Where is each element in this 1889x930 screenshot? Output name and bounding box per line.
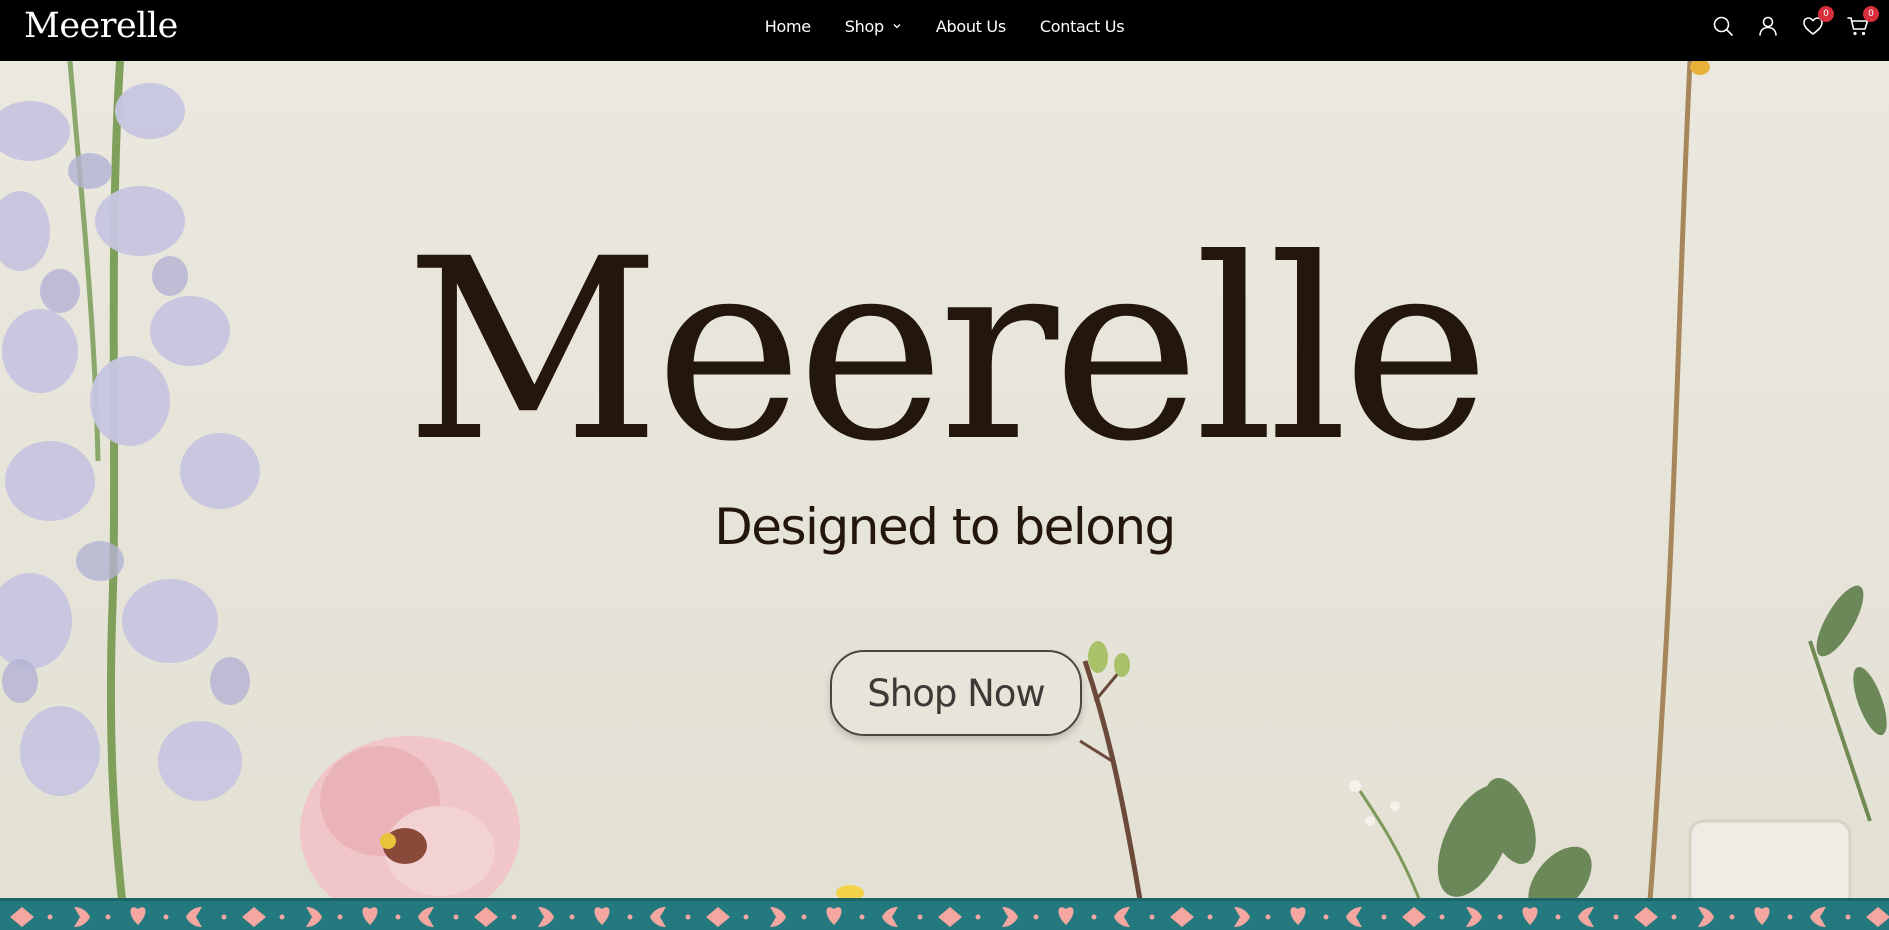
pattern-motif bbox=[10, 907, 34, 927]
cart-count-badge: 0 bbox=[1863, 6, 1879, 22]
pattern-motif bbox=[474, 907, 498, 927]
site-header: Meerelle Home Shop About Us Contact Us 0… bbox=[0, 0, 1889, 61]
pattern-motif bbox=[1810, 907, 1826, 927]
pattern-motif bbox=[1170, 907, 1194, 927]
pattern-motif bbox=[1466, 907, 1482, 927]
header-icons: 0 0 bbox=[1712, 6, 1879, 40]
pattern-motif bbox=[938, 907, 962, 927]
pattern-dot bbox=[569, 914, 575, 920]
pattern-motif bbox=[1234, 907, 1250, 927]
account-button[interactable] bbox=[1757, 15, 1779, 37]
pattern-motif bbox=[1866, 907, 1889, 927]
pattern-dot bbox=[1729, 914, 1735, 920]
nav-shop-label: Shop bbox=[844, 16, 884, 36]
decorative-pattern-band bbox=[0, 898, 1889, 930]
user-icon bbox=[1759, 16, 1777, 36]
shop-now-button[interactable]: Shop Now bbox=[830, 650, 1082, 736]
pattern-motif bbox=[1634, 907, 1658, 927]
pattern-motif bbox=[706, 907, 730, 927]
pattern-dot bbox=[1033, 914, 1039, 920]
pattern-motif bbox=[306, 907, 322, 927]
pattern-dot bbox=[163, 914, 169, 920]
pattern-dot bbox=[221, 914, 227, 920]
pattern-dot bbox=[743, 914, 749, 920]
main-nav: Home Shop About Us Contact Us bbox=[0, 0, 1889, 52]
pattern-motif bbox=[1698, 907, 1714, 927]
search-icon bbox=[1713, 16, 1733, 36]
pattern-dot bbox=[105, 914, 111, 920]
nav-shop[interactable]: Shop bbox=[845, 17, 902, 36]
search-button[interactable] bbox=[1712, 15, 1734, 37]
pattern-motif bbox=[594, 907, 610, 925]
pattern-motif bbox=[1002, 907, 1018, 927]
pattern-dot bbox=[1381, 914, 1387, 920]
pattern-motif bbox=[1578, 907, 1594, 927]
cart-button[interactable]: 0 bbox=[1847, 6, 1879, 37]
nav-about-us-label: About Us bbox=[935, 16, 1006, 36]
pattern-dot bbox=[279, 914, 285, 920]
pattern-motif bbox=[1522, 907, 1538, 925]
pattern-dot bbox=[395, 914, 401, 920]
pattern-motif bbox=[1290, 907, 1306, 925]
pattern-dot bbox=[627, 914, 633, 920]
chevron-down-icon bbox=[893, 24, 901, 29]
pattern-dot bbox=[1323, 914, 1329, 920]
pattern-motif bbox=[1402, 907, 1426, 927]
site-logo[interactable]: Meerelle bbox=[24, 6, 178, 46]
pattern-dot bbox=[917, 914, 923, 920]
pattern-motif bbox=[186, 907, 202, 927]
pattern-dot bbox=[685, 914, 691, 920]
pattern-motif bbox=[242, 907, 266, 927]
hero-banner: Meerelle Designed to belong Shop Now bbox=[0, 61, 1889, 900]
nav-home[interactable]: Home bbox=[765, 17, 811, 36]
pattern-motif bbox=[1754, 907, 1770, 925]
nav-about-us[interactable]: About Us bbox=[936, 17, 1006, 36]
pattern-motif bbox=[882, 907, 898, 927]
pattern-motif bbox=[538, 907, 554, 927]
pattern-dot bbox=[859, 914, 865, 920]
pattern-motif bbox=[1114, 907, 1130, 927]
pattern-motif bbox=[130, 907, 146, 925]
pattern-dot bbox=[1671, 914, 1677, 920]
pattern-dot bbox=[1265, 914, 1271, 920]
nav-contact-us[interactable]: Contact Us bbox=[1039, 16, 1125, 36]
pattern-dot bbox=[975, 914, 981, 920]
pattern-motif bbox=[362, 907, 378, 925]
pattern-motif bbox=[74, 907, 90, 927]
pattern-dot bbox=[1613, 914, 1619, 920]
wishlist-count-badge: 0 bbox=[1818, 6, 1834, 22]
pattern-motif bbox=[1346, 907, 1362, 927]
pattern-dot bbox=[47, 914, 53, 920]
pattern-dot bbox=[1555, 914, 1561, 920]
pattern-dot bbox=[1787, 914, 1793, 920]
pattern-motif bbox=[1058, 907, 1074, 925]
pattern-dot bbox=[1439, 914, 1445, 920]
pattern-motif bbox=[650, 907, 666, 927]
pattern-dot bbox=[1207, 914, 1213, 920]
nav-home-label: Home bbox=[764, 16, 811, 36]
hero-title: Meerelle bbox=[404, 205, 1490, 496]
pattern-dot bbox=[801, 914, 807, 920]
pattern-dot bbox=[1845, 914, 1851, 920]
pattern-dot bbox=[1091, 914, 1097, 920]
pattern-dot bbox=[511, 914, 517, 920]
pattern-band-graphic bbox=[10, 907, 1889, 927]
pattern-dot bbox=[1497, 914, 1503, 920]
nav-contact-us-label: Contact Us bbox=[1039, 16, 1125, 36]
pattern-dot bbox=[1149, 914, 1155, 920]
pattern-dot bbox=[337, 914, 343, 920]
wishlist-button[interactable]: 0 bbox=[1802, 6, 1834, 37]
pattern-dot bbox=[453, 914, 459, 920]
pattern-motif bbox=[770, 907, 786, 927]
hero-subtitle: Designed to belong bbox=[714, 498, 1176, 556]
pattern-motif bbox=[418, 907, 434, 927]
pattern-motif bbox=[826, 907, 842, 925]
